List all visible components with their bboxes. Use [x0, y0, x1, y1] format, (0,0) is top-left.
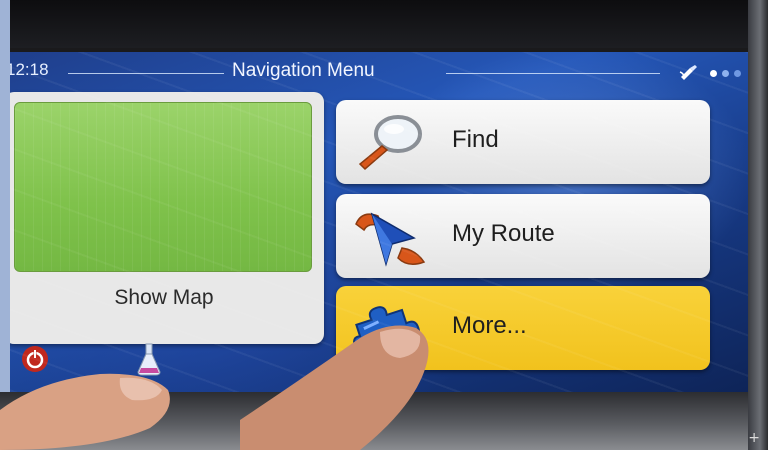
left-finger-photo	[0, 373, 170, 450]
show-map-label: Show Map	[114, 286, 214, 309]
status-header: 12:18 Navigation Menu	[10, 52, 750, 94]
device-bezel-right	[748, 0, 768, 450]
corner-mark: +	[748, 430, 760, 446]
magnifier-icon	[358, 115, 422, 171]
header-divider-right	[446, 73, 660, 74]
signal-dot-1	[710, 70, 717, 77]
right-finger-photo	[240, 325, 429, 450]
device-bezel-top	[0, 0, 768, 48]
more-label: More...	[452, 312, 527, 339]
signal-dot-3	[734, 70, 741, 77]
map-preview	[14, 102, 312, 272]
header-divider-left	[68, 73, 224, 74]
find-button[interactable]: Find	[336, 100, 710, 184]
signal-dot-2	[722, 70, 729, 77]
page-title: Navigation Menu	[232, 60, 375, 81]
my-route-button[interactable]: My Route	[336, 194, 710, 278]
my-route-label: My Route	[452, 220, 555, 247]
show-map-button[interactable]: Show Map	[10, 92, 324, 344]
gps-satellite-icon[interactable]	[678, 63, 700, 83]
find-label: Find	[452, 126, 499, 153]
clock: 12:18	[10, 60, 49, 79]
route-arrow-icon	[355, 212, 426, 267]
